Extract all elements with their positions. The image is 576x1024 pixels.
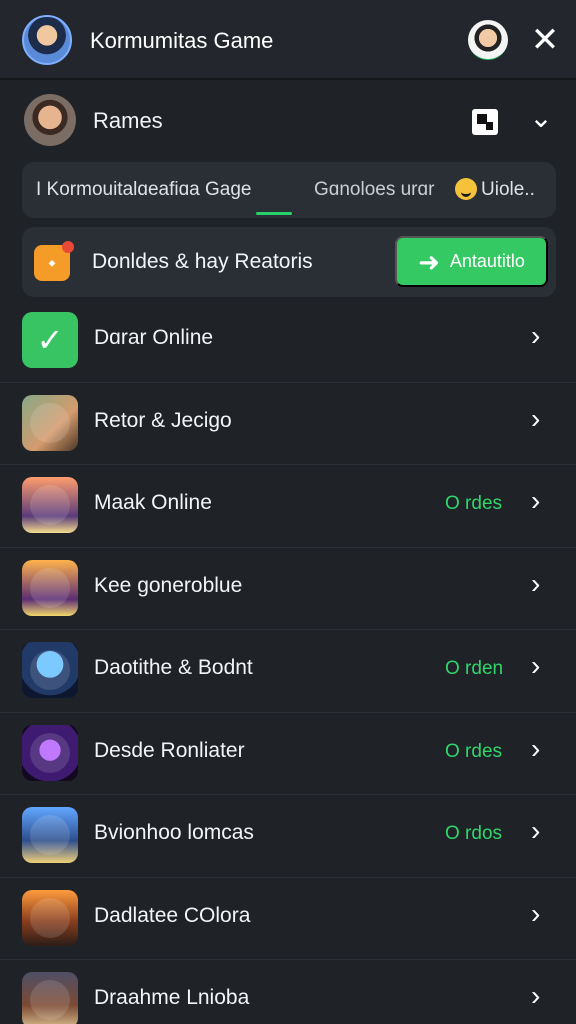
promo-cta-label: Antautitlo (449, 251, 525, 271)
chevron-right-icon[interactable]: › (531, 485, 540, 517)
list-item[interactable]: Daotithe & Bodnt O rden › (0, 630, 576, 713)
tab-label: Uiole.. (481, 179, 535, 200)
chevron-right-icon[interactable]: › (531, 815, 540, 847)
chevron-right-icon[interactable]: › (531, 568, 540, 600)
chevron-right-icon[interactable]: › (531, 403, 540, 435)
item-status: O rdes (445, 740, 503, 762)
item-status: O rdos (445, 823, 503, 844)
game-thumbnail (22, 642, 78, 698)
list-item[interactable]: Kee goneroblue › (0, 548, 576, 630)
game-thumbnail (22, 889, 78, 946)
chevron-right-icon[interactable]: › (531, 650, 540, 682)
chevron-right-icon[interactable]: › (531, 320, 540, 352)
list-item[interactable]: Desde Ronliater O rdes › (0, 713, 576, 795)
promo-card: ⬩ Donldes & hay Reatoris ➜ Antautitlo (22, 227, 556, 297)
item-label: Desde Ronliater (94, 738, 245, 762)
list-item[interactable]: Dadlatee COlora › (0, 878, 576, 960)
tab-label: Gɑnoloes urɑr (314, 179, 435, 200)
tab-more[interactable]: Uiole.. (455, 162, 545, 218)
game-thumbnail (22, 559, 78, 616)
game-thumbnail (22, 807, 78, 863)
tab-bar: I Kormouitalɑeafiɑa Gage Gɑnoloes urɑr U… (22, 162, 556, 218)
item-label: Draahme Lnioba (94, 986, 250, 1009)
app-header: Kormumitas Game ✕ (0, 0, 576, 80)
item-label: Dadlatee COlora (94, 903, 251, 927)
game-thumbnail (22, 724, 78, 781)
check-icon: ✓ (22, 312, 78, 368)
game-thumbnail (22, 394, 78, 451)
tab-games[interactable]: Gɑnoloes urɑr (314, 162, 440, 218)
item-status: O rden (445, 658, 504, 679)
arrow-icon: ➜ (418, 246, 440, 277)
chevron-right-icon[interactable]: › (531, 898, 540, 930)
item-status: O rdes (445, 493, 503, 514)
user-avatar-icon[interactable] (468, 20, 508, 60)
page-title: Kormumitas Game (90, 28, 274, 53)
game-thumbnail (22, 972, 78, 1024)
profile-name: Rames (93, 108, 163, 133)
header-avatar-icon[interactable] (22, 15, 72, 65)
list-item[interactable]: Retor & Jecigo › (0, 383, 576, 465)
tab-label: I Kormouitalɑeafiɑa Gage (36, 179, 252, 200)
qr-code-icon[interactable] (472, 109, 498, 135)
profile-avatar-icon[interactable] (24, 94, 76, 146)
list-item[interactable]: Draahme Lnioba › (0, 960, 576, 1024)
list-item[interactable]: Maak Online O rdes › (0, 465, 576, 548)
item-label: Bvionhoo lomcas (94, 821, 254, 844)
tab-community[interactable]: I Kormouitalɑeafiɑa Gage (36, 162, 301, 218)
item-label: Dɑrar Online (94, 326, 214, 349)
gift-icon: ⬩ (34, 241, 74, 281)
tab-active-indicator (256, 212, 292, 215)
item-label: Retor & Jecigo (94, 408, 232, 432)
list-item[interactable]: ✓ Dɑrar Online › (0, 300, 576, 383)
item-label: Maak Online (94, 491, 212, 514)
promo-cta-button[interactable]: ➜ Antautitlo (395, 236, 548, 287)
close-icon[interactable]: ✕ (525, 18, 565, 62)
list-item[interactable]: Bvionhoo lomcas O rdos › (0, 795, 576, 878)
chevron-down-icon[interactable]: ⌄ (526, 102, 556, 133)
chevron-right-icon[interactable]: › (531, 733, 540, 765)
game-thumbnail (22, 477, 78, 533)
promo-text: Donldes & hay Reatoris (92, 250, 313, 273)
profile-row[interactable]: Rames ⌄ (0, 82, 576, 157)
game-list: ✓ Dɑrar Online › Retor & Jecigo › Maak O… (0, 300, 576, 1024)
chevron-right-icon[interactable]: › (531, 980, 540, 1012)
item-label: Daotithe & Bodnt (94, 656, 253, 679)
item-label: Kee goneroblue (94, 573, 243, 597)
smile-icon (455, 178, 477, 200)
